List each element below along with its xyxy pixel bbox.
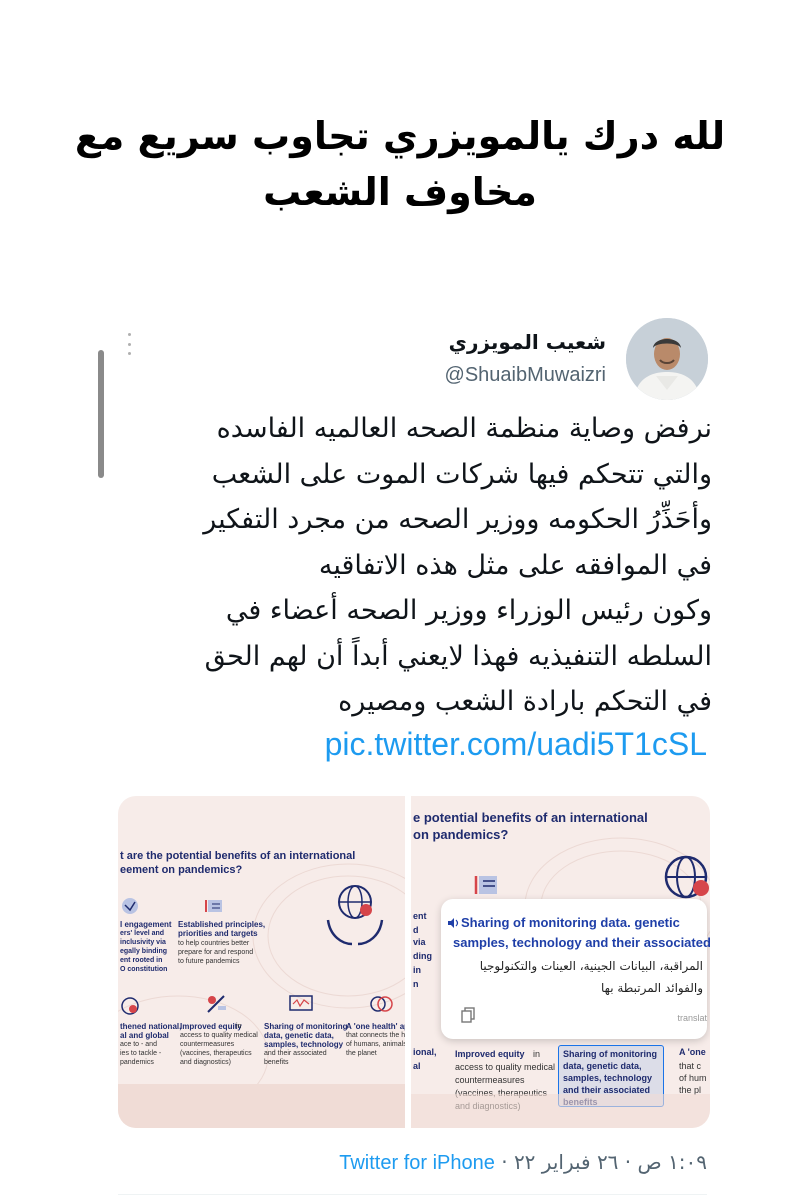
feature-5-desc: and their associated benefits: [264, 1050, 327, 1066]
headline-line-1: لله درك يالمويزري تجاوب سريع مع: [74, 114, 726, 158]
target-icon: [205, 900, 222, 912]
feature-6-title: A 'one health' appr: [346, 1022, 405, 1031]
feature-5-title: Sharing of monitoring data, genetic data…: [264, 1022, 348, 1049]
tweet-meta: ١:٠٩ ص · ٢٦ فبراير ٢٢ · Twitter for iPho…: [339, 1150, 707, 1175]
tweet-media[interactable]: t are the potential benefits of an inter…: [118, 796, 710, 1128]
popup-arabic-line-2: والفوائد المرتبطة بها: [601, 981, 703, 995]
media-image-right[interactable]: e potential benefits of an international…: [411, 796, 710, 1128]
feature-4-desc: in access to quality medical countermeas…: [180, 1023, 258, 1066]
right-image-title-1: e potential benefits of an international: [413, 810, 648, 825]
feature-2-desc: to help countries better prepare for and…: [178, 940, 254, 965]
popup-arabic-line-1: المراقبة، البيانات الجينية، العينات والت…: [479, 959, 703, 973]
right-bottom-fragment-2: al: [413, 1061, 421, 1071]
popup-english-line-2: samples, technology and their associated: [453, 935, 710, 950]
right-image-footer-band: [411, 1094, 710, 1128]
tweet-line-2: والتي تتحكم فيها شركات الموت على الشعب: [211, 458, 712, 490]
right-one-health-title: A 'one: [679, 1047, 706, 1057]
right-image-title-2: on pandemics?: [413, 827, 509, 842]
left-image-title-1: t are the potential benefits of an inter…: [120, 850, 356, 862]
tweet-line-4: في الموافقه على مثل هذه الاتفاقيه: [318, 549, 712, 581]
popup-english-text: Sharing of monitoring data. genetic samp…: [453, 913, 710, 953]
tweet-source[interactable]: Twitter for iPhone: [339, 1152, 495, 1174]
right-fragment-6: n: [413, 979, 419, 989]
tweet-line-5: وكون رئيس الوزراء ووزير الصحه أعضاء في: [225, 595, 712, 626]
popup-translate-label[interactable]: translat: [677, 1013, 707, 1023]
popup-arabic-text: المراقبة، البيانات الجينية، العينات والت…: [443, 955, 703, 999]
tweet-line-7: في التحكم بارادة الشعب ومصيره: [338, 686, 712, 717]
media-image-left[interactable]: t are the potential benefits of an inter…: [118, 796, 405, 1128]
copy-icon[interactable]: [461, 1007, 475, 1023]
feature-6-desc: that connects the h of humans, animals t…: [346, 1032, 405, 1057]
avatar[interactable]: [626, 318, 708, 400]
tweet-line-6: السلطه التنفيذيه فهذا لايعني أبداً أن له…: [204, 640, 712, 672]
tweet-line-3: وأحَذِّرُ الحكومه ووزير الصحه من مجرد ال…: [203, 504, 712, 535]
left-image-title-2: eement on pandemics?: [120, 864, 243, 876]
right-one-health-desc: that c of hum the pl: [679, 1061, 707, 1095]
right-fragment-3: via: [413, 937, 426, 947]
translate-popup[interactable]: Sharing of monitoring data. genetic samp…: [441, 899, 710, 1039]
syringe-icon: [207, 995, 226, 1013]
engagement-icon: [122, 898, 138, 914]
tweet-text: نرفض وصاية منظمة الصحه العالميه الفاسده …: [100, 406, 712, 725]
author-name[interactable]: شعيب المويزري: [449, 330, 606, 354]
globe-icon: [121, 997, 139, 1015]
feature-2-title: Established principles, priorities and t…: [178, 920, 266, 938]
right-bottom-fragment-1: ional,: [413, 1047, 437, 1057]
right-fragment-4: ding: [413, 951, 432, 961]
headline-line-2: مخاوف الشعب: [263, 170, 537, 214]
tweet-timestamp[interactable]: ١:٠٩ ص · ٢٦ فبراير ٢٢ ·: [501, 1150, 707, 1174]
globe-icon-large: [664, 855, 709, 899]
popup-english-line-1: Sharing of monitoring data. genetic: [461, 915, 680, 930]
post-headline: لله درك يالمويزري تجاوب سريع مع مخاوف ال…: [60, 108, 740, 220]
tweet-line-1: نرفض وصاية منظمة الصحه العالميه الفاسده: [216, 413, 712, 444]
target-icon-large: [474, 876, 497, 894]
tweet-media-link[interactable]: pic.twitter.com/uadi5T1cSL: [325, 726, 707, 763]
speaker-icon[interactable]: [447, 917, 459, 929]
right-fragment-1: ent: [413, 911, 427, 921]
divider: [118, 1194, 707, 1195]
author-handle[interactable]: @ShuaibMuwaizri: [445, 364, 606, 387]
globe-hands-icon: [326, 885, 384, 946]
one-health-icon: [370, 996, 393, 1012]
more-options-icon[interactable]: [124, 333, 134, 355]
monitor-icon: [289, 995, 313, 1011]
left-image-footer-band: [118, 1084, 405, 1128]
right-fragment-5: in: [413, 965, 421, 975]
right-fragment-2: d: [413, 925, 419, 935]
